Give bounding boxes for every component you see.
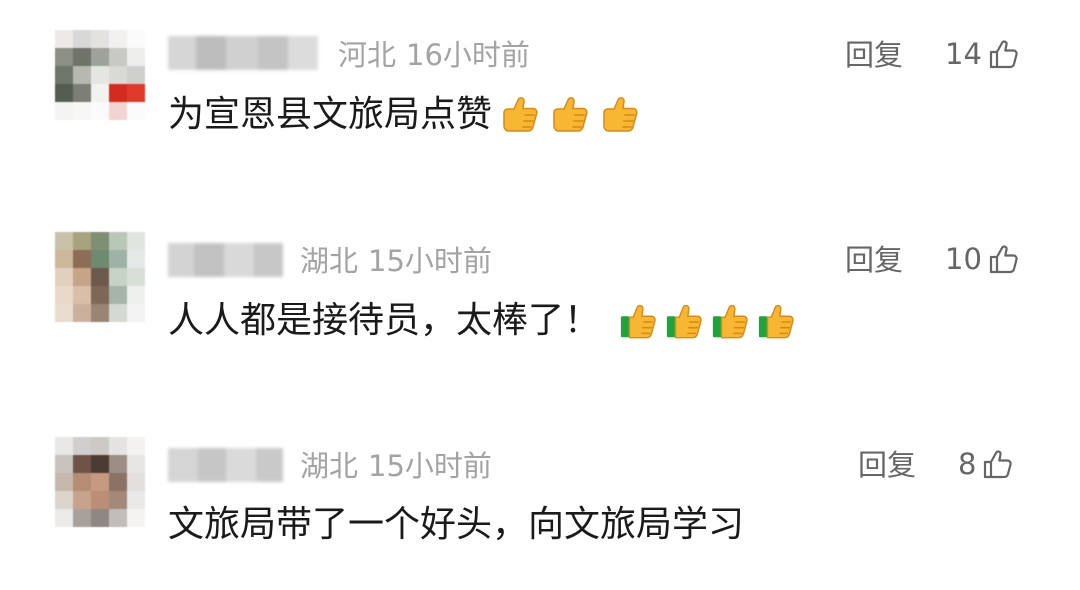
reply-button[interactable]: 回复	[845, 243, 903, 277]
comment-meta: 湖北 15小时前	[300, 449, 492, 483]
thumbs-up-emoji-icon	[712, 304, 748, 339]
location-label: 湖北	[300, 244, 359, 278]
comment-text-row: 文旅局带了一个好头，向文旅局学习	[168, 502, 744, 548]
thumbs-up-emoji-icon	[758, 304, 794, 339]
username-blurred[interactable]	[168, 448, 283, 482]
like-button[interactable]: 8	[958, 447, 1014, 481]
username-blurred[interactable]	[168, 243, 283, 277]
timestamp: 15小时前	[368, 244, 492, 278]
avatar[interactable]	[55, 232, 145, 322]
reply-button[interactable]: 回复	[858, 448, 916, 482]
comment-meta: 湖北 15小时前	[300, 244, 492, 278]
thumbs-up-emoji-icon	[620, 304, 656, 339]
comment-text: 文旅局带了一个好头，向文旅局学习	[168, 504, 745, 545]
like-count: 8	[958, 447, 977, 481]
timestamp: 15小时前	[368, 449, 492, 483]
avatar[interactable]	[55, 437, 145, 527]
like-count: 10	[945, 242, 982, 276]
comment-item: 湖北 15小时前 回复 8 文旅局带了一个好头，向文旅局学习	[0, 0, 1080, 545]
thumbs-up-icon	[984, 450, 1013, 479]
thumbs-up-icon	[989, 245, 1018, 274]
comment-text-row: 人人都是接待员，太棒了！	[168, 298, 798, 344]
location-label: 湖北	[300, 449, 359, 483]
thumbs-up-emoji-icon	[666, 304, 702, 339]
comment-text: 人人都是接待员，太棒了！	[168, 300, 601, 341]
like-button[interactable]: 10	[945, 242, 1020, 276]
